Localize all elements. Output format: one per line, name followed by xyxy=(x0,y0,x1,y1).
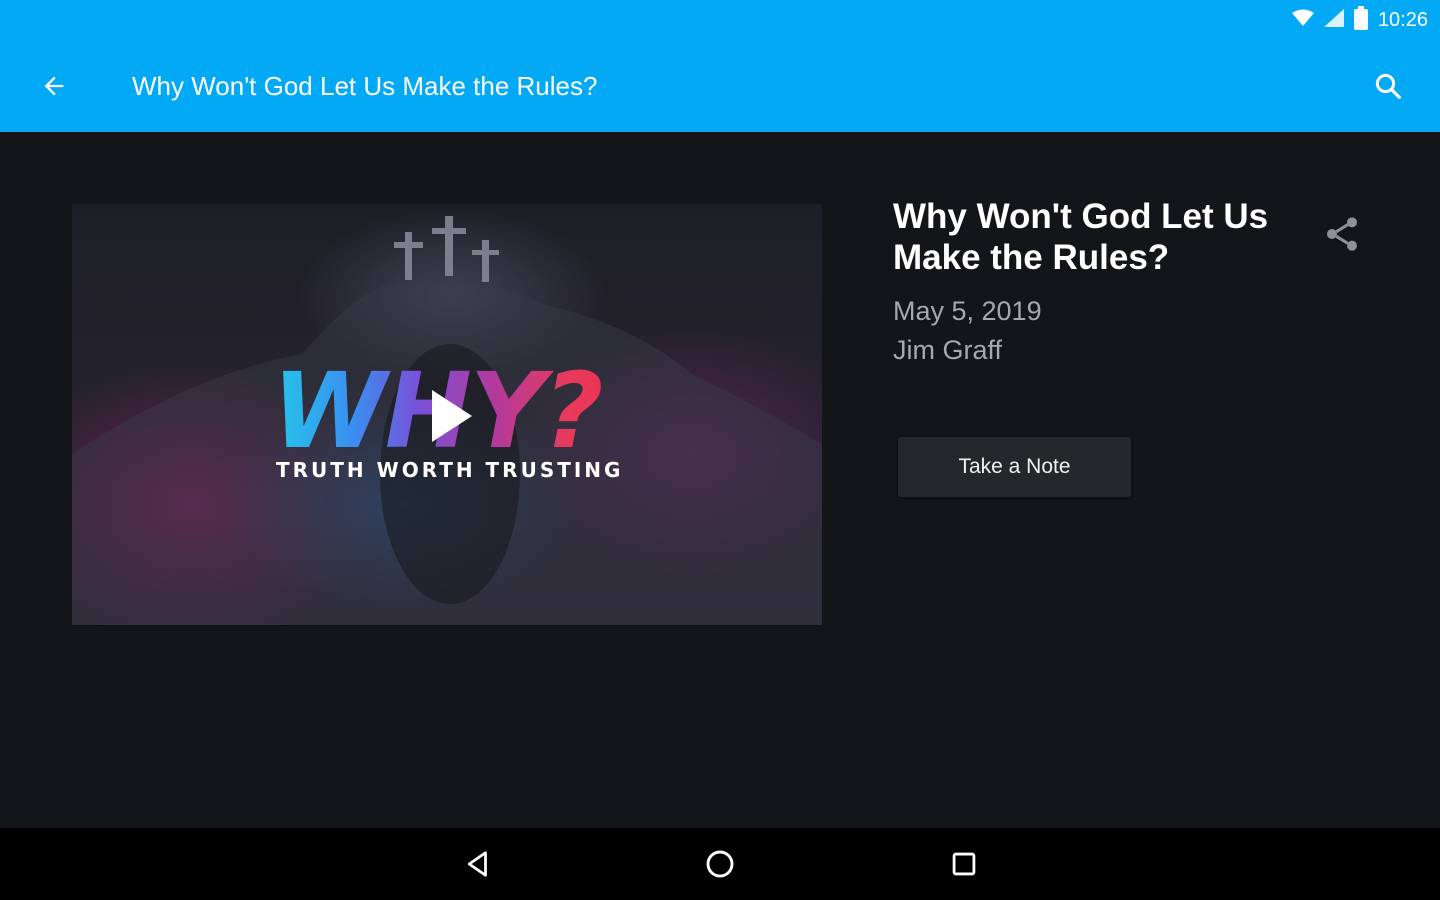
back-triangle-icon xyxy=(467,851,487,877)
status-icons: 10:26 xyxy=(1291,5,1428,35)
recents-square-icon xyxy=(952,852,976,876)
arrow-left-icon xyxy=(44,76,64,96)
signal-icon xyxy=(1323,8,1344,32)
app-bar-title: Why Won't God Let Us Make the Rules? xyxy=(132,71,598,101)
nav-recents-button[interactable] xyxy=(940,840,988,888)
share-button[interactable] xyxy=(1318,210,1366,258)
nav-back-button[interactable] xyxy=(454,840,502,888)
system-nav-bar xyxy=(0,828,1440,900)
search-button[interactable] xyxy=(1364,62,1412,110)
nav-home-button[interactable] xyxy=(696,840,744,888)
sermon-detail: WHY? TRUTH WORTH TRUSTING Why Won't God … xyxy=(0,132,1440,828)
take-a-note-button[interactable]: Take a Note xyxy=(898,437,1131,497)
search-icon xyxy=(1375,73,1401,99)
status-time: 10:26 xyxy=(1377,8,1428,31)
wifi-icon xyxy=(1291,9,1314,32)
sermon-details: Why Won't God Let Us Make the Rules? May… xyxy=(893,196,1283,370)
sermon-date: May 5, 2019 xyxy=(893,296,1042,326)
status-bar: 10:26 xyxy=(0,0,1440,40)
share-icon xyxy=(1327,217,1357,251)
home-circle-icon xyxy=(706,850,734,878)
sermon-title: Why Won't God Let Us Make the Rules? xyxy=(893,197,1269,277)
video-thumbnail[interactable]: WHY? TRUTH WORTH TRUSTING xyxy=(72,204,822,625)
back-button[interactable] xyxy=(30,62,78,110)
sermon-speaker: Jim Graff xyxy=(893,335,1003,365)
app-bar: Why Won't God Let Us Make the Rules? xyxy=(0,40,1440,132)
play-icon[interactable] xyxy=(428,386,476,446)
brand-subtitle: TRUTH WORTH TRUSTING xyxy=(276,458,624,482)
battery-icon xyxy=(1353,5,1368,35)
